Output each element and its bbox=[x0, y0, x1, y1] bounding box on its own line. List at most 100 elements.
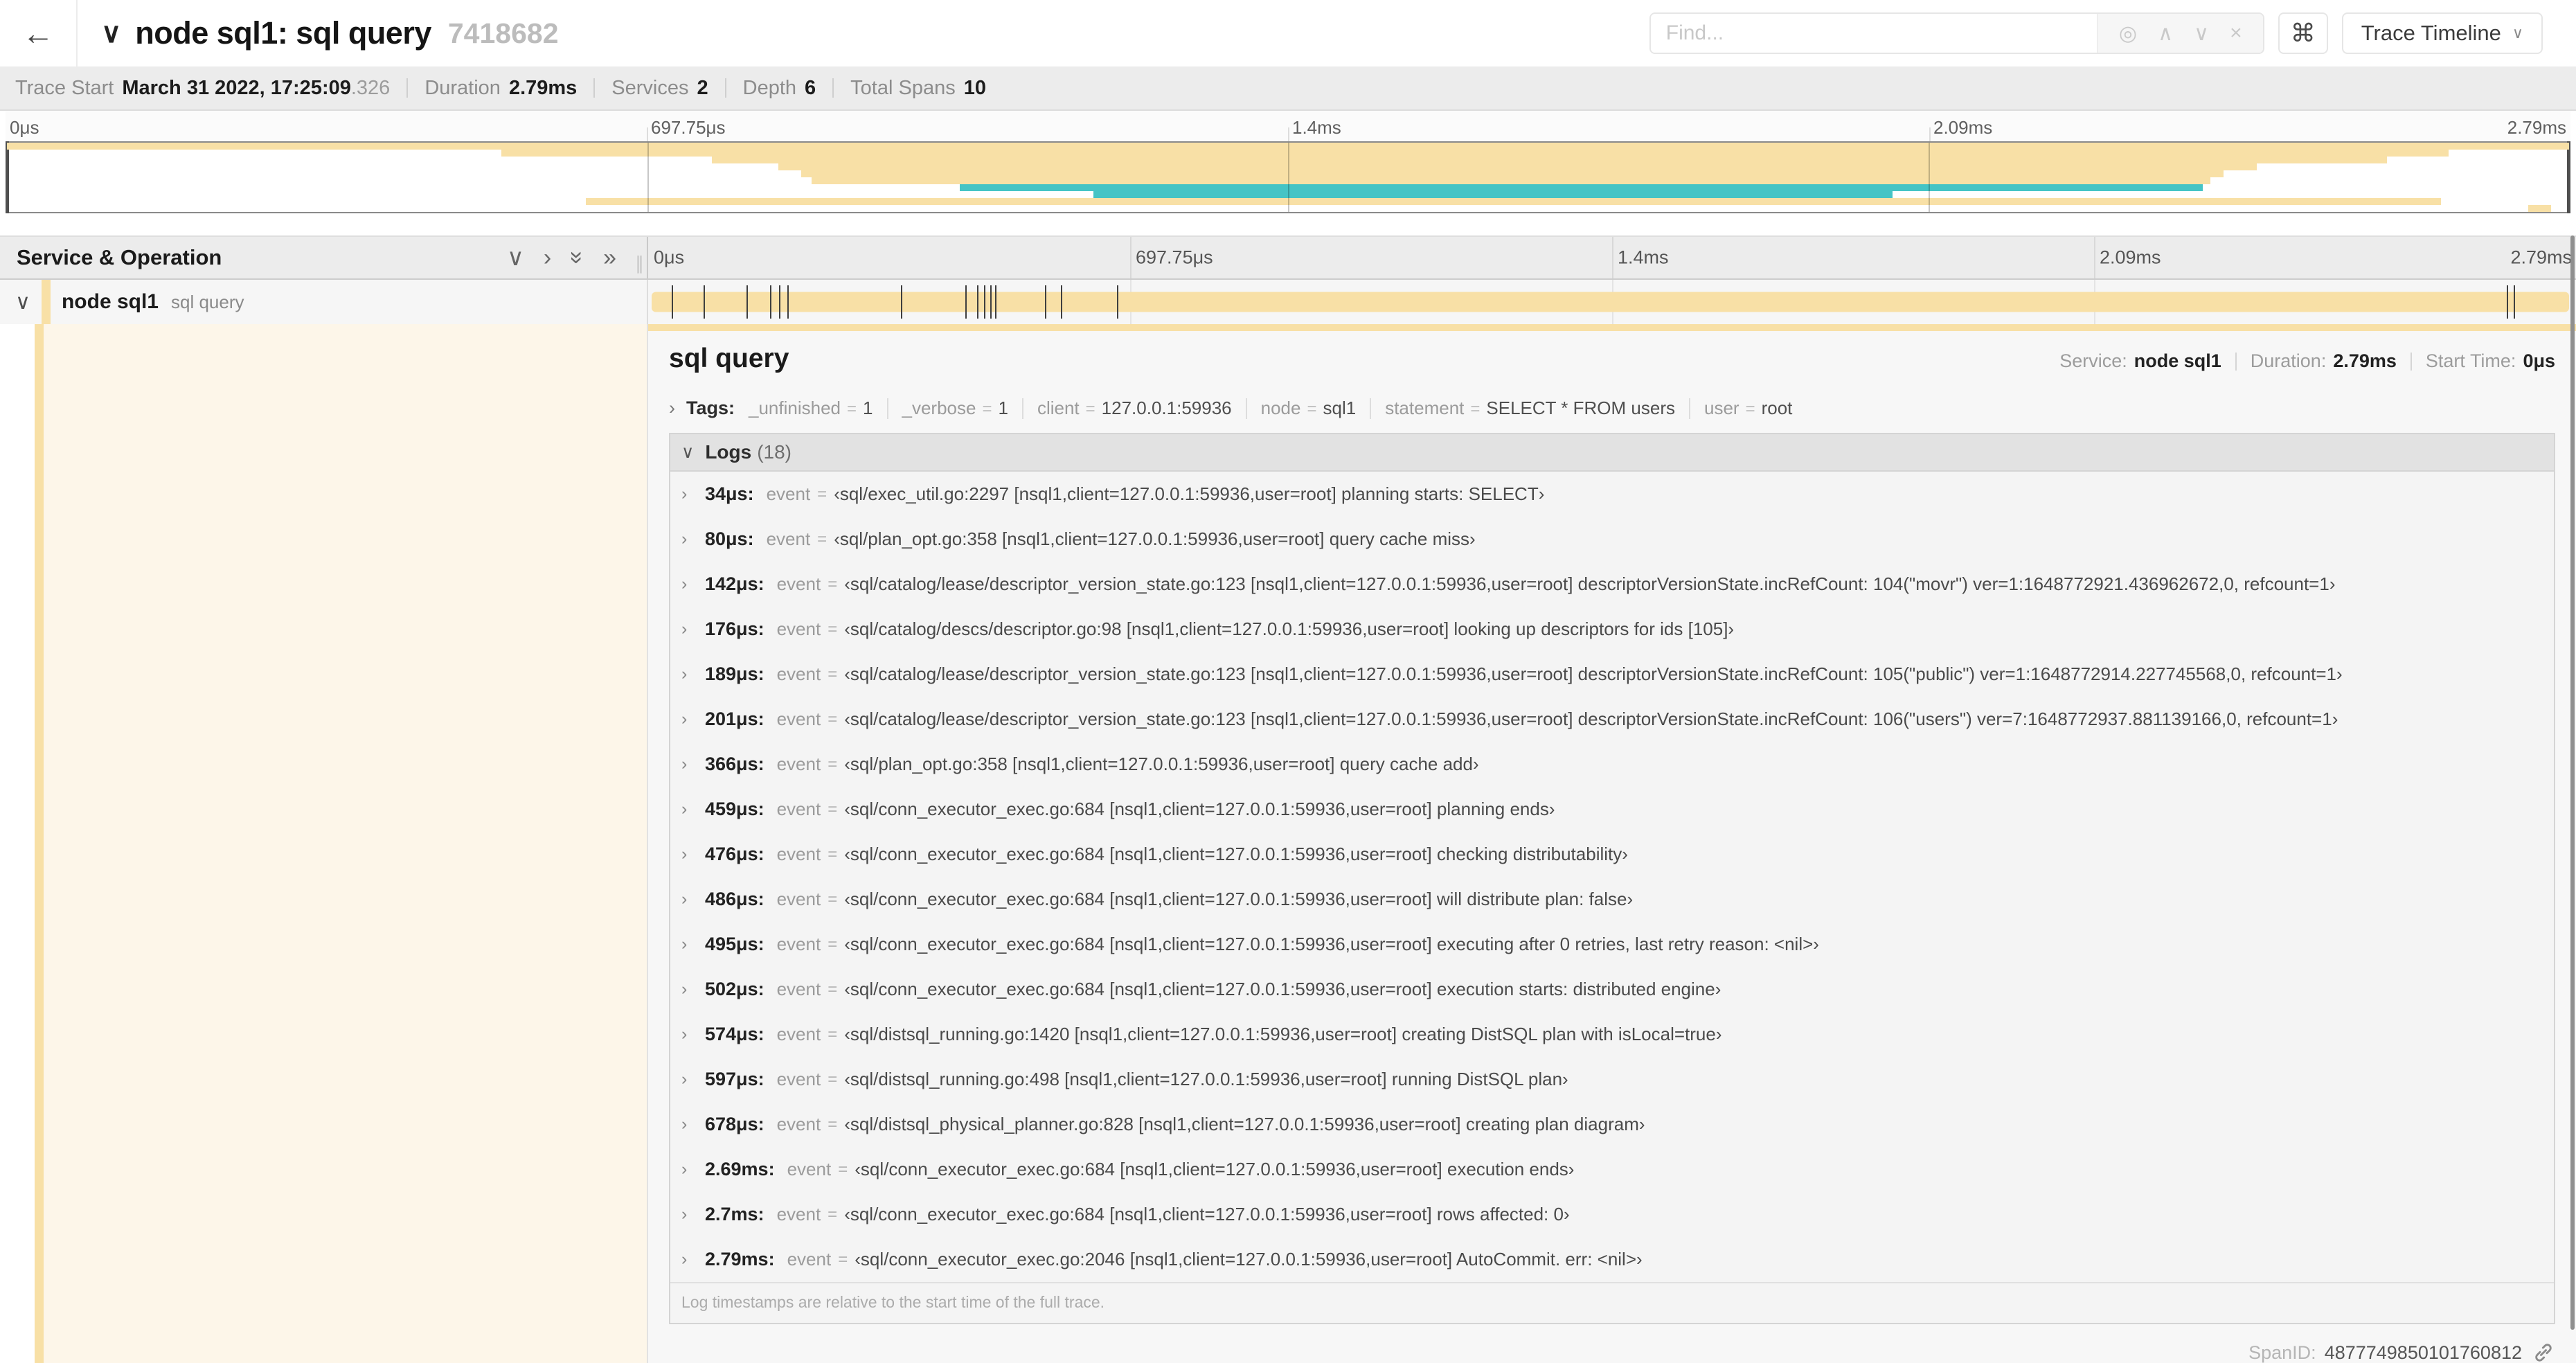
gridline bbox=[1929, 143, 1930, 212]
equals-sign: = bbox=[828, 799, 838, 819]
log-marker-tick[interactable] bbox=[994, 285, 996, 319]
log-marker-tick[interactable] bbox=[769, 285, 771, 319]
log-marker-tick[interactable] bbox=[703, 285, 705, 319]
log-marker-tick[interactable] bbox=[1044, 285, 1046, 319]
equals-sign: = bbox=[828, 1069, 838, 1089]
equals-sign: = bbox=[982, 400, 992, 418]
log-row[interactable]: › 80μs: event = ‹sql/plan_opt.go:358 [nsql1,… bbox=[670, 517, 2554, 562]
log-marker-tick[interactable] bbox=[787, 285, 789, 319]
log-field-value: ‹sql/distsql_physical_planner.go:828 [ns… bbox=[844, 1114, 1645, 1134]
span-collapse-chevron-icon[interactable]: ∨ bbox=[15, 290, 30, 314]
log-row[interactable]: › 2.7ms: event = ‹sql/conn_executor_exec.go:… bbox=[670, 1192, 2554, 1237]
collapse-controls: ∨ › » » bbox=[507, 246, 616, 269]
summary-value: March 31 2022, 17:25:09 bbox=[122, 76, 351, 99]
log-marker-tick[interactable] bbox=[965, 285, 967, 319]
log-row[interactable]: › 34μs: event = ‹sql/exec_util.go:2297 [nsql… bbox=[670, 472, 2554, 517]
logs-count: (18) bbox=[757, 441, 791, 463]
tag-item[interactable]: _unfinished = 1 bbox=[749, 398, 873, 419]
tag-item[interactable]: client = 127.0.0.1:59936 bbox=[1037, 398, 1232, 419]
log-row[interactable]: › 486μs: event = ‹sql/conn_executor_exec.go:… bbox=[670, 877, 2554, 922]
equals-sign: = bbox=[828, 574, 838, 594]
tag-value: 127.0.0.1:59936 bbox=[1101, 398, 1232, 418]
log-marker-tick[interactable] bbox=[901, 285, 903, 319]
log-timestamp: 574μs: bbox=[705, 1024, 764, 1044]
span-duration-bar[interactable] bbox=[652, 292, 2569, 312]
log-row[interactable]: › 142μs: event = ‹sql/catalog/lease/descript… bbox=[670, 562, 2554, 607]
expand-all-icon[interactable]: » bbox=[603, 246, 616, 269]
deep-link-icon[interactable] bbox=[2532, 1341, 2555, 1363]
tag-item[interactable]: node = sql1 bbox=[1261, 398, 1357, 419]
log-marker-tick[interactable] bbox=[778, 285, 780, 319]
log-row[interactable]: › 678μs: event = ‹sql/distsql_physical_plann… bbox=[670, 1102, 2554, 1147]
log-row[interactable]: › 2.79ms: event = ‹sql/conn_executor_exec.go… bbox=[670, 1237, 2554, 1282]
span-bar-cell[interactable] bbox=[647, 280, 2576, 324]
minimap-ruler: 0μs 697.75μs 1.4ms 2.09ms 2.79ms bbox=[6, 111, 2570, 141]
log-field-value: ‹sql/conn_executor_exec.go:684 [nsql1,cl… bbox=[844, 1204, 1570, 1224]
log-field-value: ‹sql/conn_executor_exec.go:684 [nsql1,cl… bbox=[844, 844, 1628, 864]
divider bbox=[1370, 398, 1372, 419]
tag-item[interactable]: statement = SELECT * FROM users bbox=[1385, 398, 1675, 419]
divider bbox=[724, 78, 726, 98]
log-marker-tick[interactable] bbox=[671, 285, 673, 319]
trace-collapse-chevron-icon[interactable]: ∨ bbox=[101, 17, 121, 49]
expand-one-icon[interactable]: › bbox=[544, 246, 551, 269]
log-marker-tick[interactable] bbox=[1116, 285, 1118, 319]
log-row[interactable]: › 495μs: event = ‹sql/conn_executor_exec.go:… bbox=[670, 922, 2554, 967]
log-timestamp: 366μs: bbox=[705, 754, 764, 774]
minimap-right-scrubber[interactable] bbox=[2567, 141, 2570, 213]
chevron-up-icon[interactable]: ∧ bbox=[2158, 21, 2173, 46]
log-row[interactable]: › 502μs: event = ‹sql/conn_executor_exec.go:… bbox=[670, 967, 2554, 1012]
vertical-scrollbar[interactable] bbox=[2570, 235, 2575, 1356]
equals-sign: = bbox=[817, 484, 828, 504]
log-row[interactable]: › 366μs: event = ‹sql/plan_opt.go:358 [nsql1… bbox=[670, 742, 2554, 787]
log-marker-tick[interactable] bbox=[2507, 285, 2509, 319]
log-row[interactable]: › 476μs: event = ‹sql/conn_executor_exec.go:… bbox=[670, 832, 2554, 877]
scrollbar-thumb[interactable] bbox=[2570, 235, 2575, 1330]
keyboard-shortcuts-button[interactable]: ⌘ bbox=[2278, 12, 2328, 54]
equals-sign: = bbox=[847, 400, 857, 418]
tag-item[interactable]: _verbose = 1 bbox=[902, 398, 1008, 419]
command-icon: ⌘ bbox=[2290, 19, 2316, 47]
log-row[interactable]: › 201μs: event = ‹sql/catalog/lease/descript… bbox=[670, 697, 2554, 742]
back-button[interactable]: ← bbox=[0, 0, 78, 66]
log-row[interactable]: › 176μs: event = ‹sql/catalog/descs/descript… bbox=[670, 607, 2554, 652]
service-operation-title: Service & Operation bbox=[17, 245, 222, 269]
locate-icon[interactable]: ◎ bbox=[2119, 21, 2137, 46]
log-row[interactable]: › 2.69ms: event = ‹sql/conn_executor_exec.go… bbox=[670, 1147, 2554, 1192]
log-marker-tick[interactable] bbox=[976, 285, 978, 319]
log-field-key: event bbox=[776, 754, 821, 774]
log-marker-tick[interactable] bbox=[1060, 285, 1062, 319]
log-row[interactable]: › 189μs: event = ‹sql/catalog/lease/descript… bbox=[670, 652, 2554, 697]
log-row[interactable]: › 459μs: event = ‹sql/conn_executor_exec.go:… bbox=[670, 787, 2554, 832]
collapse-one-icon[interactable]: ∨ bbox=[507, 246, 524, 269]
column-resizer-grip[interactable]: ∥ bbox=[635, 253, 644, 274]
minimap-left-scrubber[interactable] bbox=[6, 141, 9, 213]
logs-accordion-header[interactable]: ∨ Logs (18) bbox=[670, 434, 2554, 472]
log-field-key: event bbox=[776, 1204, 821, 1224]
summary-value-suffix: .326 bbox=[350, 76, 391, 99]
trace-view-dropdown[interactable]: Trace Timeline ∨ bbox=[2341, 12, 2543, 54]
equals-sign: = bbox=[828, 844, 838, 864]
chevron-down-icon[interactable]: ∨ bbox=[2194, 21, 2209, 46]
log-marker-tick[interactable] bbox=[990, 285, 992, 319]
log-marker-tick[interactable] bbox=[983, 285, 985, 319]
tag-key: _verbose bbox=[902, 398, 976, 418]
ruler-tick-label: 0μs bbox=[654, 247, 685, 268]
log-marker-tick[interactable] bbox=[2514, 285, 2516, 319]
collapse-all-icon[interactable]: » bbox=[564, 251, 591, 265]
minimap-canvas[interactable] bbox=[6, 141, 2570, 213]
span-row[interactable]: ∨ node sql1 sql query bbox=[0, 280, 2576, 324]
meta-label: Duration: bbox=[2250, 350, 2327, 371]
log-marker-tick[interactable] bbox=[746, 285, 748, 319]
log-row[interactable]: › 597μs: event = ‹sql/distsql_running.go:498… bbox=[670, 1057, 2554, 1102]
log-timestamp: 2.7ms: bbox=[705, 1204, 764, 1224]
tags-accordion[interactable]: › Tags: _unfinished = 1 _verbose = 1 client = 12… bbox=[669, 398, 2555, 419]
log-field-value: ‹sql/exec_util.go:2297 [nsql1,client=127… bbox=[834, 483, 1545, 504]
summary-label: Depth bbox=[742, 76, 797, 99]
log-row[interactable]: › 574μs: event = ‹sql/distsql_running.go:142… bbox=[670, 1012, 2554, 1057]
find-input[interactable] bbox=[1650, 14, 2097, 53]
clear-icon[interactable]: × bbox=[2230, 21, 2242, 45]
summary-item: Trace Start March 31 2022, 17:25:09.326 bbox=[15, 77, 390, 100]
chevron-right-icon: › bbox=[681, 844, 688, 864]
tag-item[interactable]: user = root bbox=[1704, 398, 1792, 419]
